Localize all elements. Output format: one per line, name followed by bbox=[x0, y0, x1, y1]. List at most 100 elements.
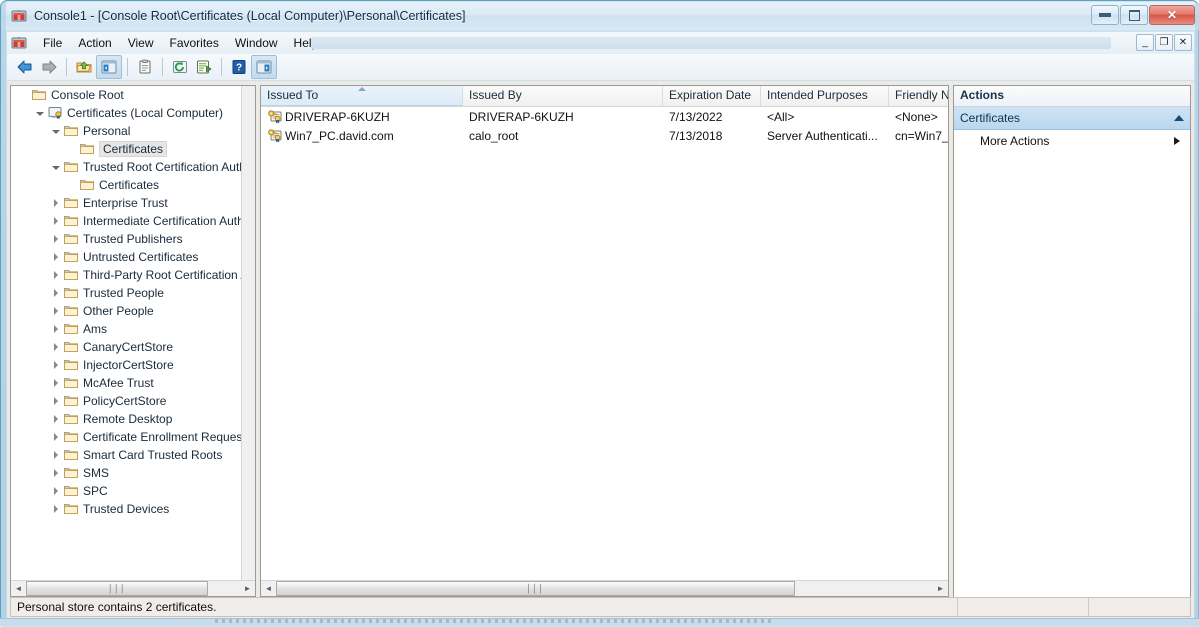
tree-node[interactable]: Trusted Publishers bbox=[11, 230, 242, 248]
action-more-actions[interactable]: More Actions bbox=[954, 130, 1190, 152]
tree-node[interactable]: Console Root bbox=[11, 86, 242, 104]
tree-expander-collapsed-icon[interactable] bbox=[49, 446, 63, 464]
tree-node[interactable]: PolicyCertStore bbox=[11, 392, 242, 410]
tree-node[interactable]: Certificates bbox=[11, 176, 242, 194]
show-hide-console-tree-button[interactable] bbox=[96, 55, 122, 79]
tree-node[interactable]: Enterprise Trust bbox=[11, 194, 242, 212]
minimize-button[interactable] bbox=[1091, 5, 1119, 25]
list-hscroll-left-arrow[interactable]: ◄ bbox=[261, 581, 276, 596]
tree-node[interactable]: Third-Party Root Certification Authoriti… bbox=[11, 266, 242, 284]
menu-view[interactable]: View bbox=[120, 34, 162, 52]
tree-expander-collapsed-icon[interactable] bbox=[49, 428, 63, 446]
refresh-button[interactable] bbox=[168, 56, 192, 78]
tree-node[interactable]: Remote Desktop bbox=[11, 410, 242, 428]
tree-node[interactable]: Trusted Root Certification Authorities bbox=[11, 158, 242, 176]
tree-node[interactable]: Certificate Enrollment Requests bbox=[11, 428, 242, 446]
tree-node[interactable]: Certificates (Local Computer) bbox=[11, 104, 242, 122]
list-column-header[interactable]: Issued To bbox=[261, 86, 463, 106]
back-button[interactable] bbox=[13, 56, 37, 78]
tree-expander-collapsed-icon[interactable] bbox=[49, 248, 63, 266]
table-row[interactable]: DRIVERAP-6KUZHDRIVERAP-6KUZH7/13/2022<Al… bbox=[261, 107, 948, 126]
close-button[interactable]: ✕ bbox=[1149, 5, 1195, 25]
mdi-restore-button[interactable]: ❐ bbox=[1155, 34, 1173, 51]
help-button[interactable]: ? bbox=[227, 56, 251, 78]
tree-node[interactable]: Untrusted Certificates bbox=[11, 248, 242, 266]
console-tree[interactable]: Console RootCertificates (Local Computer… bbox=[11, 86, 242, 581]
forward-button[interactable] bbox=[37, 56, 61, 78]
tree-expander-collapsed-icon[interactable] bbox=[49, 392, 63, 410]
list-column-header[interactable]: Expiration Date bbox=[663, 86, 761, 106]
tree-node[interactable]: SPC bbox=[11, 482, 242, 500]
list-column-header[interactable]: Friendly Name bbox=[889, 86, 949, 106]
menu-action[interactable]: Action bbox=[70, 34, 119, 52]
tree-node[interactable]: Personal bbox=[11, 122, 242, 140]
mdi-close-button[interactable]: ✕ bbox=[1174, 34, 1192, 51]
tree-expander-collapsed-icon[interactable] bbox=[49, 266, 63, 284]
tree-expander-expanded-icon[interactable] bbox=[33, 104, 47, 122]
menu-favorites[interactable]: Favorites bbox=[162, 34, 227, 52]
tree-expander-expanded-icon[interactable] bbox=[49, 122, 63, 140]
tree-expander-collapsed-icon[interactable] bbox=[49, 482, 63, 500]
list-column-header[interactable]: Intended Purposes bbox=[761, 86, 889, 106]
tree-expander-collapsed-icon[interactable] bbox=[49, 284, 63, 302]
menu-file[interactable]: File bbox=[35, 34, 70, 52]
list-hscroll-track[interactable]: │││ bbox=[276, 581, 933, 596]
background-bleed-strip bbox=[0, 618, 1199, 626]
tree-hscroll-track[interactable]: │││ bbox=[26, 581, 240, 596]
help-icon: ? bbox=[230, 59, 248, 75]
tree-expander-collapsed-icon[interactable] bbox=[49, 230, 63, 248]
tree-hscroll-right-arrow[interactable]: ► bbox=[240, 581, 255, 596]
actions-pane: Actions Certificates More Actions bbox=[953, 85, 1191, 614]
maximize-button[interactable] bbox=[1120, 5, 1148, 25]
tree-expander-collapsed-icon[interactable] bbox=[49, 356, 63, 374]
tree-expander-collapsed-icon[interactable] bbox=[49, 374, 63, 392]
export-list-button[interactable] bbox=[192, 56, 216, 78]
folder-icon bbox=[63, 159, 79, 175]
properties-button[interactable] bbox=[133, 56, 157, 78]
tree-expander-expanded-icon[interactable] bbox=[49, 158, 63, 176]
folder-icon bbox=[79, 141, 95, 157]
tree-expander-collapsed-icon[interactable] bbox=[49, 464, 63, 482]
table-row[interactable]: Win7_PC.david.comcalo_root7/13/2018Serve… bbox=[261, 126, 948, 145]
tree-node[interactable]: InjectorCertStore bbox=[11, 356, 242, 374]
tree-node[interactable]: Ams bbox=[11, 320, 242, 338]
tree-node[interactable]: Intermediate Certification Authorities bbox=[11, 212, 242, 230]
tree-node[interactable]: Certificates bbox=[11, 140, 242, 158]
console-tree-pane[interactable]: Console RootCertificates (Local Computer… bbox=[10, 85, 256, 597]
show-hide-action-pane-button[interactable] bbox=[251, 55, 277, 79]
tree-node[interactable]: SMS bbox=[11, 464, 242, 482]
tree-expander-collapsed-icon[interactable] bbox=[49, 410, 63, 428]
certificate-icon bbox=[267, 128, 283, 144]
tree-node[interactable]: Smart Card Trusted Roots bbox=[11, 446, 242, 464]
window-controls: ✕ bbox=[1091, 5, 1195, 25]
folder-icon bbox=[63, 483, 79, 499]
tree-node[interactable]: Other People bbox=[11, 302, 242, 320]
list-horizontal-scrollbar[interactable]: ◄ │││ ► bbox=[261, 580, 948, 596]
tree-expander-collapsed-icon[interactable] bbox=[49, 194, 63, 212]
tree-hscroll-thumb[interactable]: │││ bbox=[26, 581, 208, 596]
mdi-minimize-button[interactable]: _ bbox=[1136, 34, 1154, 51]
certificates-list-pane[interactable]: Issued ToIssued ByExpiration DateIntende… bbox=[260, 85, 949, 597]
tree-node[interactable]: CanaryCertStore bbox=[11, 338, 242, 356]
tree-node[interactable]: Trusted People bbox=[11, 284, 242, 302]
tree-expander-collapsed-icon[interactable] bbox=[49, 338, 63, 356]
chevron-up-icon[interactable] bbox=[1174, 115, 1184, 121]
tree-expander-collapsed-icon[interactable] bbox=[49, 500, 63, 518]
list-header-row[interactable]: Issued ToIssued ByExpiration DateIntende… bbox=[261, 86, 948, 107]
table-cell-issued-to: DRIVERAP-6KUZH bbox=[261, 109, 463, 125]
list-column-header[interactable]: Issued By bbox=[463, 86, 663, 106]
tree-expander-collapsed-icon[interactable] bbox=[49, 302, 63, 320]
tree-horizontal-scrollbar[interactable]: ◄ │││ ► bbox=[11, 580, 255, 596]
up-one-level-button[interactable] bbox=[72, 56, 96, 78]
tree-expander-collapsed-icon[interactable] bbox=[49, 212, 63, 230]
menu-window[interactable]: Window bbox=[227, 34, 286, 52]
tree-hscroll-left-arrow[interactable]: ◄ bbox=[11, 581, 26, 596]
certificates-list[interactable]: DRIVERAP-6KUZHDRIVERAP-6KUZH7/13/2022<Al… bbox=[261, 107, 948, 581]
list-hscroll-thumb[interactable]: │││ bbox=[276, 581, 795, 596]
tree-node[interactable]: McAfee Trust bbox=[11, 374, 242, 392]
tree-vertical-scrollbar[interactable] bbox=[241, 86, 255, 581]
list-hscroll-right-arrow[interactable]: ► bbox=[933, 581, 948, 596]
tree-node[interactable]: Trusted Devices bbox=[11, 500, 242, 518]
actions-group-certificates[interactable]: Certificates bbox=[954, 107, 1190, 130]
tree-expander-collapsed-icon[interactable] bbox=[49, 320, 63, 338]
